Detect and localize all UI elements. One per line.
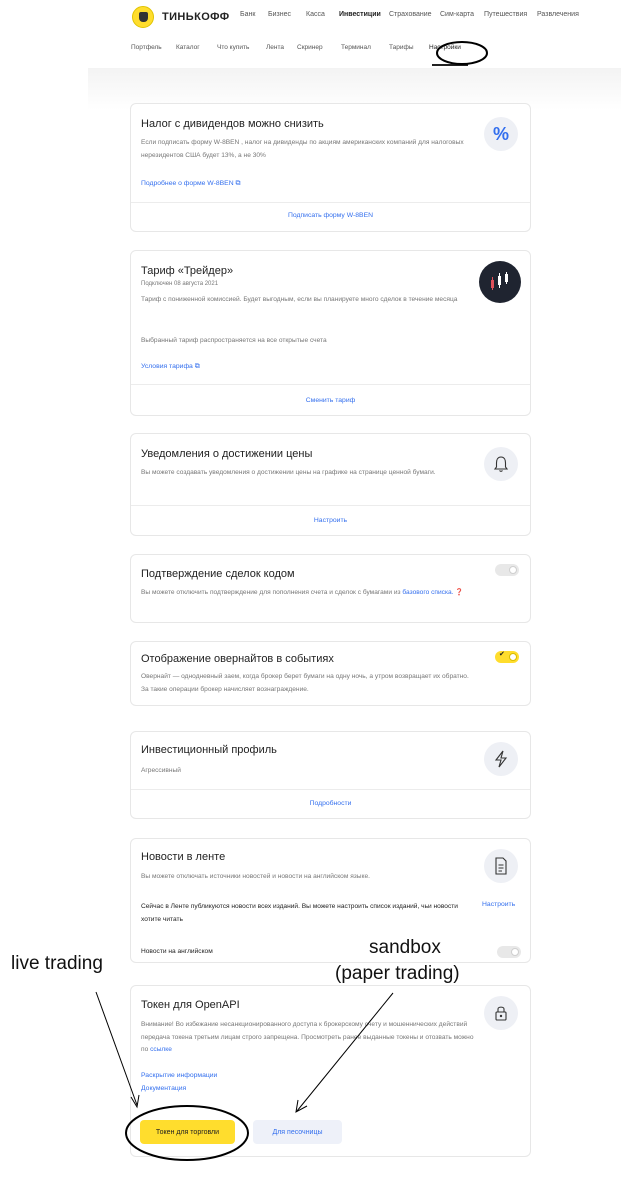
settings-highlight-ellipse <box>436 41 488 65</box>
sandbox-arrow-line <box>296 992 394 1112</box>
annotation-sandbox: sandbox <box>369 937 441 958</box>
live-arrow-head <box>130 1094 140 1109</box>
annotation-live-trading: live trading <box>11 953 103 974</box>
annotation-overlay <box>95 41 488 1161</box>
trading-token-highlight-ellipse <box>125 1105 249 1161</box>
annotation-paper-trading: (paper trading) <box>335 963 460 984</box>
live-arrow-line <box>95 991 138 1106</box>
